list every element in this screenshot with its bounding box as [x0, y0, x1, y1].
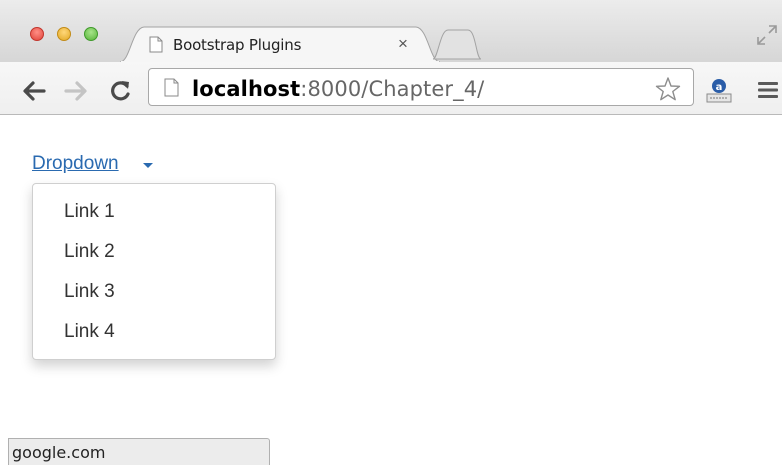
fullscreen-icon[interactable]: [756, 24, 778, 46]
dropdown-item-link-3[interactable]: Link 3: [64, 280, 115, 304]
menu-icon[interactable]: [757, 80, 779, 100]
dropdown-toggle[interactable]: Dropdown: [32, 152, 119, 176]
window-minimize-icon[interactable]: [57, 27, 71, 41]
window-close-icon[interactable]: [30, 27, 44, 41]
dropdown-item-link-4[interactable]: Link 4: [64, 320, 115, 344]
url-path: :8000/Chapter_4/: [300, 77, 485, 101]
forward-arrow-icon[interactable]: [62, 77, 90, 105]
window-zoom-icon[interactable]: [84, 27, 98, 41]
page-icon: [149, 36, 163, 53]
status-text: google.com: [12, 443, 106, 462]
back-arrow-icon[interactable]: [20, 77, 48, 105]
svg-text:a: a: [716, 82, 723, 93]
caret-down-icon[interactable]: [143, 163, 153, 168]
reload-icon[interactable]: [106, 77, 134, 105]
page-icon: [164, 78, 179, 97]
tab-title: Bootstrap Plugins: [173, 36, 302, 54]
dropdown-item-link-1[interactable]: Link 1: [64, 200, 115, 224]
star-icon[interactable]: [655, 76, 681, 102]
url-host: localhost: [192, 77, 301, 101]
address-url[interactable]: localhost:8000/Chapter_4/: [192, 77, 484, 101]
dropdown-item-link-2[interactable]: Link 2: [64, 240, 115, 264]
tab-close-icon[interactable]: ×: [398, 34, 408, 54]
new-tab-icon[interactable]: [430, 28, 482, 60]
extension-icon[interactable]: a: [704, 76, 734, 104]
